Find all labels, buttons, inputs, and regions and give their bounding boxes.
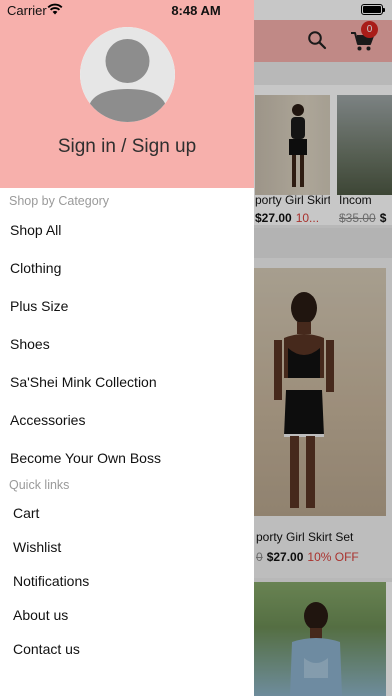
menu-item-label: Become Your Own Boss bbox=[10, 450, 161, 466]
menu-item-label: Clothing bbox=[10, 260, 62, 276]
menu-item-label: Accessories bbox=[10, 412, 86, 428]
menu-item-label: About us bbox=[13, 607, 69, 623]
menu-item-label: Cart bbox=[13, 505, 40, 521]
quick-link-wishlist[interactable]: Wishlist bbox=[0, 529, 254, 565]
battery-icon bbox=[361, 4, 385, 15]
status-time: 8:48 AM bbox=[171, 3, 221, 18]
menu-item-shop-all[interactable]: Shop All bbox=[0, 212, 254, 248]
quick-links-heading: Quick links bbox=[9, 478, 70, 492]
menu-item-become-your-own-boss[interactable]: Become Your Own Boss bbox=[0, 440, 254, 476]
menu-item-plus-size[interactable]: Plus Size bbox=[0, 288, 254, 324]
menu-item-label: Sa'Shei Mink Collection bbox=[10, 374, 157, 390]
side-drawer: Sign in / Sign up Shop by Category Shop … bbox=[0, 0, 254, 696]
avatar[interactable] bbox=[80, 27, 175, 122]
menu-item-clothing[interactable]: Clothing bbox=[0, 250, 254, 286]
menu-item-label: Notifications bbox=[13, 573, 90, 589]
menu-item-label: Plus Size bbox=[10, 298, 69, 314]
menu-item-shoes[interactable]: Shoes bbox=[0, 326, 254, 362]
drawer-header: Sign in / Sign up bbox=[0, 0, 254, 188]
quick-link-notifications[interactable]: Notifications bbox=[0, 563, 254, 599]
shop-by-category-heading: Shop by Category bbox=[9, 194, 110, 208]
status-bar: Carrier 8:48 AM bbox=[0, 0, 392, 20]
menu-item-label: Contact us bbox=[13, 641, 80, 657]
menu-item-label: Shoes bbox=[10, 336, 50, 352]
quick-link-contact-us[interactable]: Contact us bbox=[0, 631, 254, 667]
quick-link-cart[interactable]: Cart bbox=[0, 495, 254, 531]
menu-item-label: Wishlist bbox=[13, 539, 62, 555]
menu-item-label: Shop All bbox=[10, 222, 62, 238]
sign-in-link[interactable]: Sign in / Sign up bbox=[0, 136, 254, 158]
quick-link-about-us[interactable]: About us bbox=[0, 597, 254, 633]
user-placeholder-icon bbox=[80, 27, 175, 122]
menu-item-mink-collection[interactable]: Sa'Shei Mink Collection bbox=[0, 364, 254, 400]
menu-item-accessories[interactable]: Accessories bbox=[0, 402, 254, 438]
